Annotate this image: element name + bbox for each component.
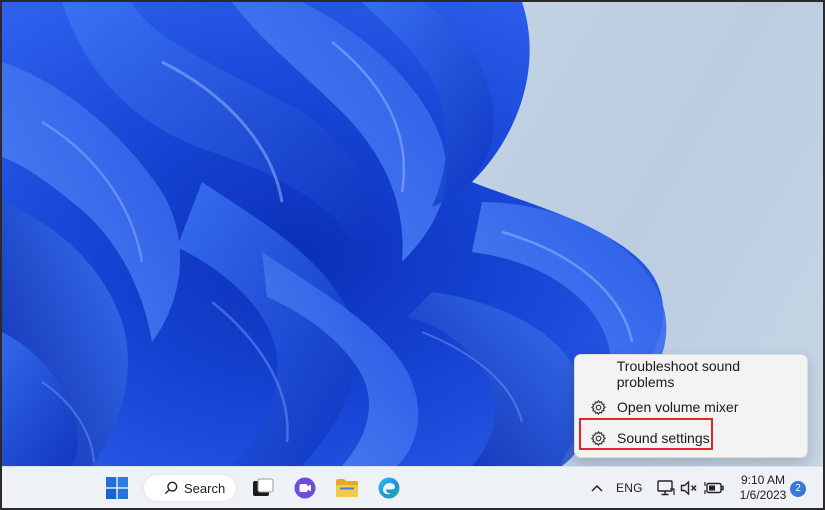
edge-icon xyxy=(378,477,400,499)
file-explorer-icon xyxy=(336,479,358,497)
search-button[interactable]: Search xyxy=(143,474,237,502)
menu-item-sound-settings[interactable]: Sound settings xyxy=(583,424,799,452)
chat-button[interactable] xyxy=(291,474,319,502)
menu-item-label: Open volume mixer xyxy=(617,399,739,415)
sound-context-menu: Troubleshoot sound problems Open volume … xyxy=(574,354,808,458)
task-view-icon xyxy=(253,478,274,496)
menu-item-open-volume-mixer[interactable]: Open volume mixer xyxy=(583,393,799,421)
task-view-button[interactable] xyxy=(249,474,277,502)
clock-date: 1/6/2023 xyxy=(739,488,787,502)
gear-icon xyxy=(589,429,607,447)
file-explorer-button[interactable] xyxy=(333,474,361,502)
battery-icon xyxy=(704,482,724,494)
search-label: Search xyxy=(184,480,226,496)
menu-item-label: Sound settings xyxy=(617,430,710,446)
search-icon xyxy=(164,481,178,495)
edge-browser-button[interactable] xyxy=(375,474,403,502)
language-indicator[interactable]: ENG xyxy=(616,474,643,502)
notification-badge[interactable]: 2 xyxy=(790,481,806,497)
volume-button[interactable] xyxy=(678,474,700,502)
network-button[interactable] xyxy=(655,474,677,502)
windows-start-icon xyxy=(106,477,128,499)
chat-icon xyxy=(294,477,316,499)
desktop[interactable]: Troubleshoot sound problems Open volume … xyxy=(2,2,823,466)
clock-time: 9:10 AM xyxy=(740,473,786,487)
show-hidden-icons-button[interactable] xyxy=(586,474,608,502)
network-icon xyxy=(657,480,675,496)
menu-item-label: Troubleshoot sound problems xyxy=(616,358,740,390)
menu-item-troubleshoot-sound[interactable]: Troubleshoot sound problems xyxy=(583,358,799,390)
start-button[interactable] xyxy=(102,474,132,502)
screen: Troubleshoot sound problems Open volume … xyxy=(0,0,825,510)
chevron-up-icon xyxy=(591,484,603,492)
gear-icon xyxy=(589,398,607,416)
taskbar: Search ENG 9:10 AM 1/6/2023 2 xyxy=(2,466,823,508)
clock[interactable]: 9:10 AM 1/6/2023 xyxy=(734,473,792,503)
battery-button[interactable] xyxy=(703,474,725,502)
volume-muted-icon xyxy=(680,480,697,496)
